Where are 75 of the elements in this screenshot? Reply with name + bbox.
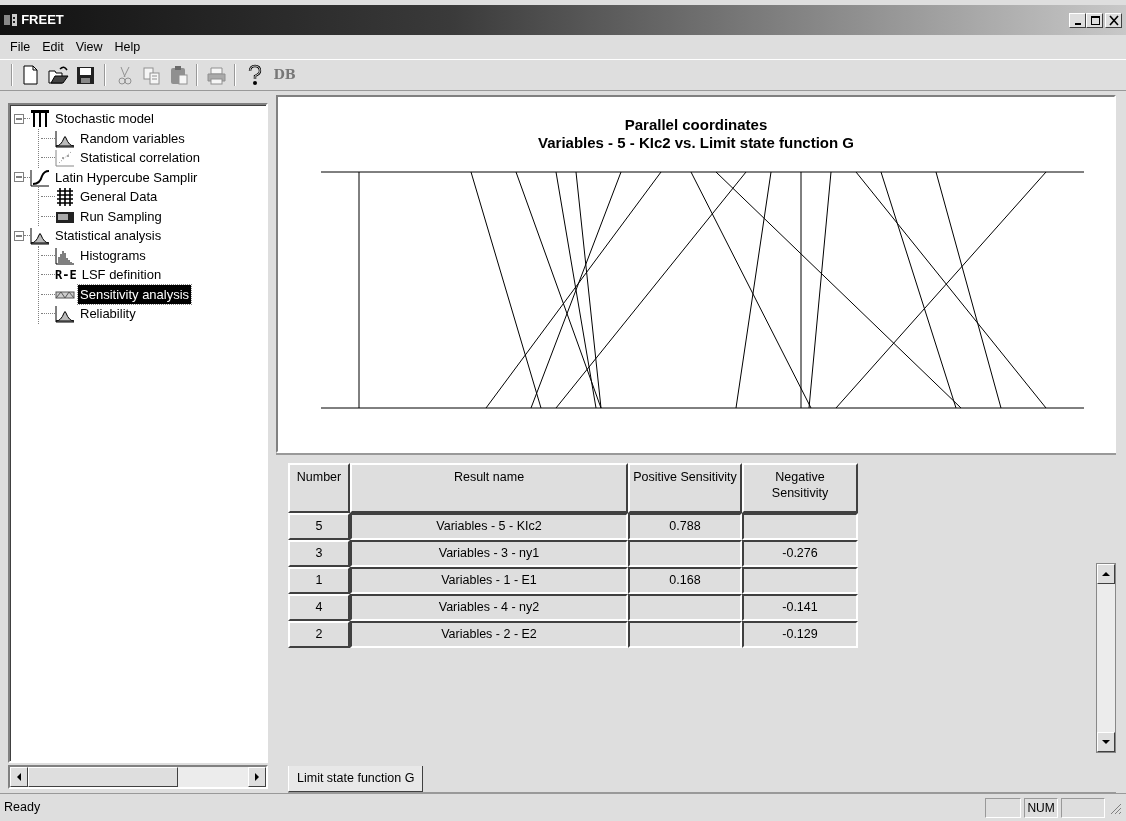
menu-item[interactable]: File (4, 35, 37, 59)
down-arrow-icon (1102, 738, 1110, 746)
tree-item[interactable]: Latin Hypercube Samplir (53, 167, 200, 187)
menu-item[interactable]: Help (108, 35, 147, 59)
chart-subtitle: Variables - 5 - KIc2 vs. Limit state function G (538, 133, 854, 152)
row-header[interactable]: 4 (288, 594, 350, 621)
close-icon (1107, 14, 1120, 26)
scroll-right-button[interactable] (248, 767, 266, 787)
row-header[interactable]: 5 (288, 513, 350, 540)
item-label: R-E (55, 266, 77, 284)
maximize-icon (1088, 14, 1101, 26)
app-icon (4, 13, 18, 27)
table-cell: Variables - 1 - E1 (350, 567, 628, 594)
tree-item[interactable]: General Data (78, 187, 160, 207)
horizontal-scrollbar[interactable] (8, 765, 268, 789)
row-header[interactable]: 3 (288, 540, 350, 567)
tree-item[interactable]: Histograms (78, 245, 148, 265)
menu-item[interactable]: View (69, 35, 109, 59)
status-pane (1060, 797, 1105, 818)
column-header[interactable]: Result name (350, 463, 628, 513)
window-title: FREET (21, 11, 64, 30)
s-curve-icon (30, 167, 50, 187)
table-cell: 0.168 (628, 567, 742, 594)
tree-item[interactable]: Sensitivity analysis (78, 284, 192, 304)
scroll-left-button[interactable] (10, 767, 28, 787)
tree-item[interactable]: Statistical correlation (78, 148, 202, 168)
tree-item[interactable]: Reliability (78, 304, 138, 324)
table-cell: Variables - 4 - ny2 (350, 594, 628, 621)
up-arrow-icon (1102, 570, 1110, 578)
toolbar-button[interactable] (46, 63, 71, 87)
table-cell: Variables - 3 - ny1 (350, 540, 628, 567)
printer-icon (205, 64, 228, 86)
table-cell: -0.141 (742, 594, 858, 621)
status-text: Ready (4, 799, 41, 817)
tree-item[interactable]: Random variables (78, 128, 187, 148)
minimize-button[interactable] (1069, 12, 1086, 28)
bell-curve-icon (30, 226, 50, 246)
tree-item[interactable]: Stochastic model (53, 109, 156, 129)
expand-toggle[interactable] (14, 172, 24, 183)
tree-item[interactable]: Run Sampling (78, 206, 164, 226)
menu-item[interactable]: Edit (36, 35, 70, 59)
status-indicator: NUM (1024, 797, 1058, 818)
vertical-scrollbar[interactable] (1096, 563, 1116, 753)
table-cell: 0.788 (628, 513, 742, 540)
column-header[interactable]: Number (288, 463, 350, 513)
scroll-down-button[interactable] (1097, 732, 1115, 752)
save-icon (74, 64, 97, 86)
status-pane (985, 797, 1022, 818)
columns-icon (30, 109, 50, 129)
tree-item[interactable]: Statistical analysis (53, 226, 164, 246)
expand-toggle[interactable] (14, 113, 24, 124)
open-folder-icon (47, 64, 70, 86)
bell-curve-icon (55, 128, 75, 148)
row-header[interactable]: 2 (288, 621, 350, 648)
grid-icon (55, 187, 75, 207)
table-cell: -0.129 (742, 621, 858, 648)
scroll-up-button[interactable] (1097, 564, 1115, 584)
column-header[interactable]: Positive Sensitivity (628, 463, 742, 513)
close-button[interactable] (1105, 12, 1122, 28)
bell-curve-icon (55, 304, 75, 324)
sheet-tab[interactable]: Limit state function G (288, 766, 424, 792)
expand-toggle[interactable] (14, 230, 24, 241)
maximize-button[interactable] (1086, 12, 1103, 28)
scroll-thumb[interactable] (28, 767, 178, 787)
table-cell: Variables - 2 - E2 (350, 621, 628, 648)
minimize-icon (1074, 22, 1081, 25)
tree-item[interactable]: LSF definition (79, 265, 164, 285)
table-cell: -0.276 (742, 540, 858, 567)
table-cell: Variables - 5 - KIc2 (350, 513, 628, 540)
histogram-icon (55, 245, 75, 265)
left-arrow-icon (15, 773, 23, 781)
right-arrow-icon (253, 773, 261, 781)
chart-title: Parallel coordinates (623, 115, 769, 134)
row-header[interactable]: 1 (288, 567, 350, 594)
column-header[interactable]: Negative Sensitivity (742, 463, 858, 513)
